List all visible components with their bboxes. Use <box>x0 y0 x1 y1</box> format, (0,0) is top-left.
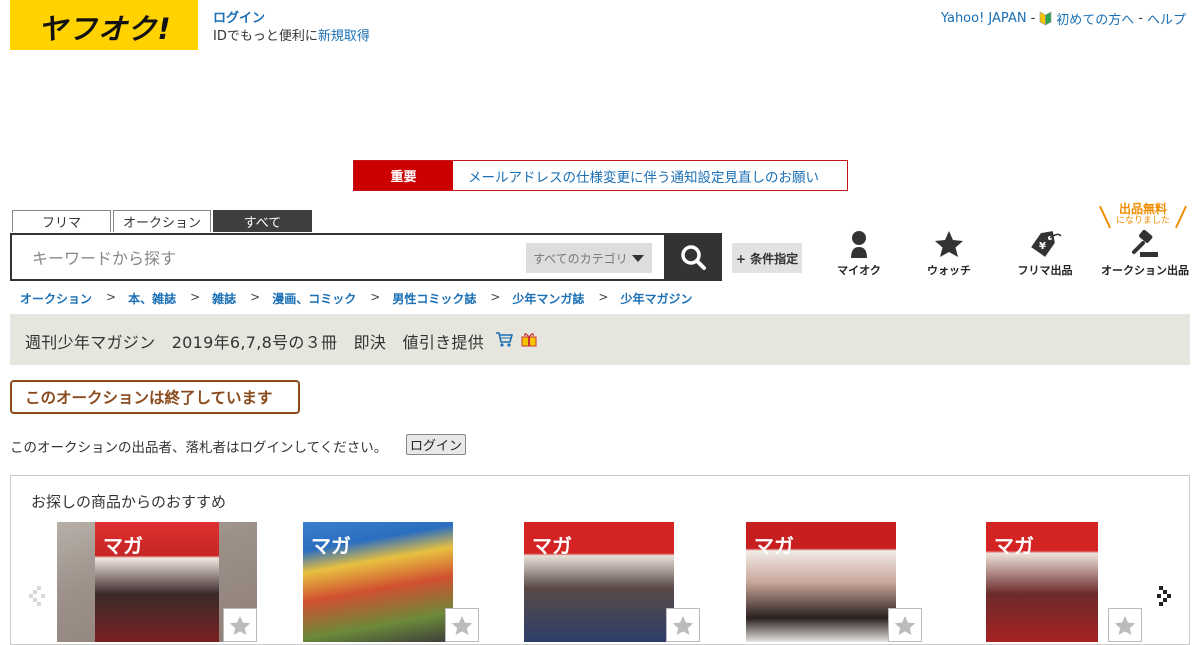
header-links: Yahoo! JAPAN - 初めての方へ - ヘルプ <box>941 9 1186 28</box>
person-icon <box>851 231 867 258</box>
login-button[interactable]: ログイン <box>406 434 466 455</box>
important-notice[interactable]: 重要 メールアドレスの仕様変更に伴う通知設定見直しのお願い <box>353 160 848 191</box>
watch-star-button[interactable] <box>1108 608 1142 642</box>
header-separator: - <box>1030 11 1036 26</box>
breadcrumb-item[interactable]: 雑誌 <box>212 290 236 307</box>
nav-watch[interactable]: ウォッチ <box>912 230 986 278</box>
watch-star-button[interactable] <box>888 608 922 642</box>
svg-text:¥: ¥ <box>1039 241 1046 252</box>
tab-auction[interactable]: オークション <box>113 210 211 232</box>
nav-label: マイオク <box>837 264 881 277</box>
title-icons <box>495 331 537 347</box>
breadcrumb-item[interactable]: 漫画、コミック <box>272 290 356 307</box>
free-listing-line1: 出品無料 <box>1118 202 1167 216</box>
item-thumbnail[interactable]: マガ <box>524 522 674 642</box>
breadcrumb-separator: > <box>598 290 609 304</box>
search-tabs: フリマ オークション すべて <box>12 210 312 232</box>
breadcrumb-item[interactable]: 男性コミック誌 <box>392 290 476 307</box>
login-block: ログイン IDでもっと便利に新規取得 <box>213 10 370 46</box>
carousel-prev-button[interactable] <box>25 584 47 616</box>
tab-all[interactable]: すべて <box>213 210 312 232</box>
cover-logo: マガ <box>103 534 143 558</box>
login-link[interactable]: ログイン <box>213 11 265 26</box>
nav-furima-listing[interactable]: ¥ フリマ出品 <box>1006 230 1084 278</box>
item-thumbnail[interactable]: マガ <box>986 522 1098 642</box>
star-icon <box>229 615 251 635</box>
item-title-bar: 週刊少年マガジン 2019年6,7,8号の３冊 即決 値引き提供 <box>10 314 1190 365</box>
conditions-button[interactable]: + 条件指定 <box>732 243 802 273</box>
login-notice: このオークションの出品者、落札者はログインしてください。 <box>10 440 388 456</box>
notice-tag: 重要 <box>354 161 453 190</box>
recommendation-item[interactable]: マガ <box>524 522 700 642</box>
auction-ended-notice: このオークションは終了しています <box>10 380 300 414</box>
watch-star-button[interactable] <box>666 608 700 642</box>
chevron-left-icon <box>29 586 45 606</box>
beginner-mark-icon <box>1039 11 1052 26</box>
nav-auction-listing[interactable]: オークション出品 <box>1098 230 1192 278</box>
recommendation-item[interactable]: マガ <box>57 522 257 642</box>
item-thumbnail[interactable]: マガ <box>303 522 453 642</box>
carousel-next-button[interactable] <box>1155 584 1177 616</box>
login-hint: IDでもっと便利に <box>213 29 318 44</box>
yahuoku-logo[interactable]: ヤフオク! <box>10 0 198 50</box>
price-tag-icon: ¥ <box>1031 231 1062 257</box>
star-icon <box>894 615 916 635</box>
star-icon <box>451 615 473 635</box>
item-thumbnail[interactable]: マガ <box>746 522 896 642</box>
recommendation-item[interactable]: マガ <box>746 522 922 642</box>
recommendation-item[interactable]: マガ <box>303 522 479 642</box>
signup-link[interactable]: 新規取得 <box>318 29 370 44</box>
notice-text[interactable]: メールアドレスの仕様変更に伴う通知設定見直しのお願い <box>453 161 847 190</box>
category-select[interactable]: すべてのカテゴリ <box>526 243 652 273</box>
search-icon <box>681 245 706 270</box>
breadcrumb-separator: > <box>190 290 201 304</box>
gavel-icon <box>1132 230 1158 257</box>
breadcrumb-separator: > <box>370 290 381 304</box>
cover-logo: マガ <box>311 534 351 558</box>
nav-label: ウォッチ <box>927 264 971 277</box>
breadcrumb: オークション > 本、雑誌 > 雑誌 > 漫画、コミック > 男性コミック誌 >… <box>20 290 692 307</box>
watch-star-button[interactable] <box>445 608 479 642</box>
star-icon <box>672 615 694 635</box>
cover-logo: マガ <box>532 534 572 558</box>
nav-myauction[interactable]: マイオク <box>822 230 896 278</box>
star-icon <box>935 231 963 257</box>
free-listing-badge: 出品無料 になりました <box>1099 202 1187 229</box>
category-select-label: すべてのカテゴリ <box>533 251 628 266</box>
item-title: 週刊少年マガジン 2019年6,7,8号の３冊 即決 値引き提供 <box>25 333 485 352</box>
free-listing-line2: になりました <box>1115 216 1170 226</box>
watch-star-button[interactable] <box>223 608 257 642</box>
caret-down-icon <box>632 255 644 262</box>
nav-label: フリマ出品 <box>1017 264 1073 277</box>
search-box: すべてのカテゴリ <box>10 233 722 281</box>
breadcrumb-item[interactable]: 少年マンガ誌 <box>512 290 584 307</box>
gift-icon <box>521 333 537 347</box>
cart-icon <box>496 332 513 347</box>
breadcrumb-separator: > <box>106 290 117 304</box>
recommendation-item[interactable]: マガ <box>986 522 1142 642</box>
header-separator: - <box>1138 11 1143 26</box>
recommendations-title: お探しの商品からのおすすめ <box>31 493 227 511</box>
beginners-link[interactable]: 初めての方へ <box>1056 9 1134 28</box>
search-input[interactable] <box>12 235 544 281</box>
yahoo-japan-link[interactable]: Yahoo! JAPAN <box>941 11 1027 26</box>
cover-logo: マガ <box>754 534 794 558</box>
tab-furima[interactable]: フリマ <box>12 210 111 232</box>
nav-label: オークション出品 <box>1101 264 1189 277</box>
chevron-right-icon <box>1157 586 1171 606</box>
star-icon <box>1114 615 1136 635</box>
breadcrumb-item[interactable]: 少年マガジン <box>620 290 692 307</box>
recommendations-panel: お探しの商品からのおすすめ マガ マガ マガ マガ マガ <box>10 475 1190 645</box>
logo-text: ヤフオク! <box>38 12 172 46</box>
breadcrumb-item[interactable]: 本、雑誌 <box>128 290 176 307</box>
cover-logo: マガ <box>994 534 1034 558</box>
breadcrumb-item[interactable]: オークション <box>20 290 92 307</box>
search-button[interactable] <box>664 235 722 279</box>
breadcrumb-separator: > <box>490 290 501 304</box>
breadcrumb-separator: > <box>250 290 261 304</box>
help-link[interactable]: ヘルプ <box>1147 9 1186 28</box>
